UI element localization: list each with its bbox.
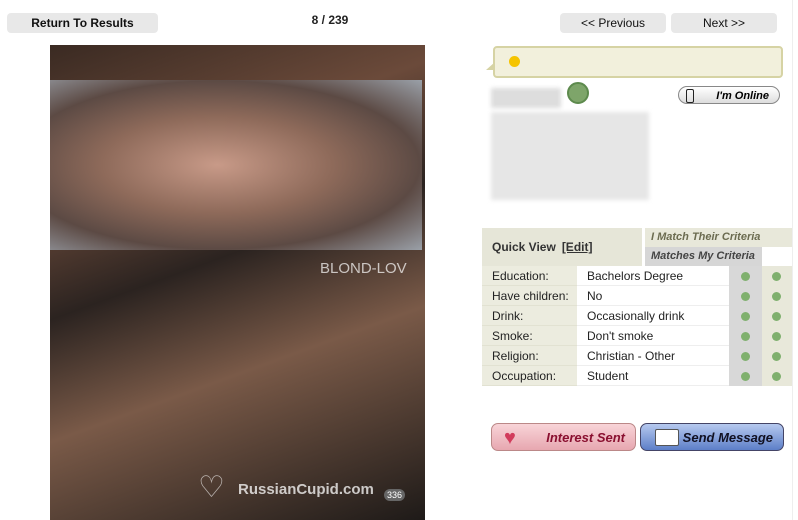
row-label: Religion:: [482, 346, 577, 366]
watermark: RussianCupid.com: [238, 481, 374, 498]
person-icon[interactable]: [567, 82, 589, 104]
matches-my-cell: [762, 306, 792, 326]
heart-logo-icon: ♡: [198, 471, 225, 504]
photo-count-badge[interactable]: 336: [384, 489, 406, 501]
match-dot-icon: [772, 352, 781, 361]
matches-my-cell: [762, 346, 792, 366]
match-dot-icon: [772, 372, 781, 381]
edit-link[interactable]: [Edit]: [562, 240, 593, 254]
sun-icon: [509, 56, 520, 67]
i-match-cell: [729, 366, 762, 386]
table-row: Drink: Occasionally drink: [482, 306, 792, 326]
row-label: Smoke:: [482, 326, 577, 346]
blurred-face-region: [50, 80, 422, 250]
i-match-cell: [729, 286, 762, 306]
i-match-cell: [729, 326, 762, 346]
row-label: Drink:: [482, 306, 577, 326]
bubble-tail: [486, 62, 495, 70]
photo-overlay-text: BLOND-LOV: [320, 260, 407, 277]
row-value: Don't smoke: [577, 326, 729, 346]
blurred-username: [491, 88, 561, 108]
match-dot-icon: [772, 292, 781, 301]
heart-icon: ♥: [504, 427, 516, 449]
interest-sent-button[interactable]: ♥ Interest Sent: [491, 423, 636, 451]
divider: [792, 0, 793, 520]
table-row: Religion: Christian - Other: [482, 346, 792, 366]
i-match-cell: [729, 266, 762, 286]
row-label: Have children:: [482, 286, 577, 306]
interest-label: Interest Sent: [546, 430, 625, 445]
matches-my-criteria-header: Matches My Criteria: [645, 247, 762, 266]
table-row: Education: Bachelors Degree: [482, 266, 792, 286]
match-dot-icon: [740, 272, 750, 281]
online-button[interactable]: I'm Online: [678, 86, 780, 104]
row-value: Bachelors Degree: [577, 266, 729, 286]
row-value: Student: [577, 366, 729, 386]
profile-photo[interactable]: BLOND-LOV ♡ RussianCupid.com 336: [50, 45, 425, 520]
match-dot-icon: [740, 372, 750, 381]
matches-my-cell: [762, 286, 792, 306]
table-row: Smoke: Don't smoke: [482, 326, 792, 346]
phone-icon: [686, 89, 694, 103]
matches-my-cell: [762, 266, 792, 286]
message-bubble-icon: [655, 429, 679, 446]
match-dot-icon: [740, 352, 750, 361]
pager-count: 8 / 239: [311, 13, 349, 27]
send-message-button[interactable]: Send Message: [640, 423, 784, 451]
match-dot-icon: [740, 292, 750, 301]
match-dot-icon: [740, 332, 750, 341]
i-match-cell: [729, 306, 762, 326]
matches-my-cell: [762, 366, 792, 386]
next-button[interactable]: Next >>: [671, 13, 777, 33]
online-label: I'm Online: [716, 90, 769, 102]
table-row: Have children: No: [482, 286, 792, 306]
table-row: Occupation: Student: [482, 366, 792, 386]
row-label: Education:: [482, 266, 577, 286]
quick-view-header: Quick View [Edit]: [482, 228, 642, 266]
row-value: Occasionally drink: [577, 306, 729, 326]
match-dot-icon: [740, 312, 750, 321]
row-value: Christian - Other: [577, 346, 729, 366]
i-match-cell: [729, 346, 762, 366]
quick-view-title: Quick View: [492, 240, 556, 254]
previous-button[interactable]: << Previous: [560, 13, 666, 33]
match-dot-icon: [772, 312, 781, 321]
match-dot-icon: [772, 332, 781, 341]
matches-my-cell: [762, 326, 792, 346]
blurred-profile-details: [491, 112, 649, 200]
row-label: Occupation:: [482, 366, 577, 386]
return-to-results-button[interactable]: Return To Results: [7, 13, 158, 33]
status-bubble: [486, 46, 783, 78]
match-dot-icon: [772, 272, 781, 281]
i-match-their-criteria-header: I Match Their Criteria: [645, 228, 792, 247]
send-message-label: Send Message: [682, 430, 773, 445]
row-value: No: [577, 286, 729, 306]
